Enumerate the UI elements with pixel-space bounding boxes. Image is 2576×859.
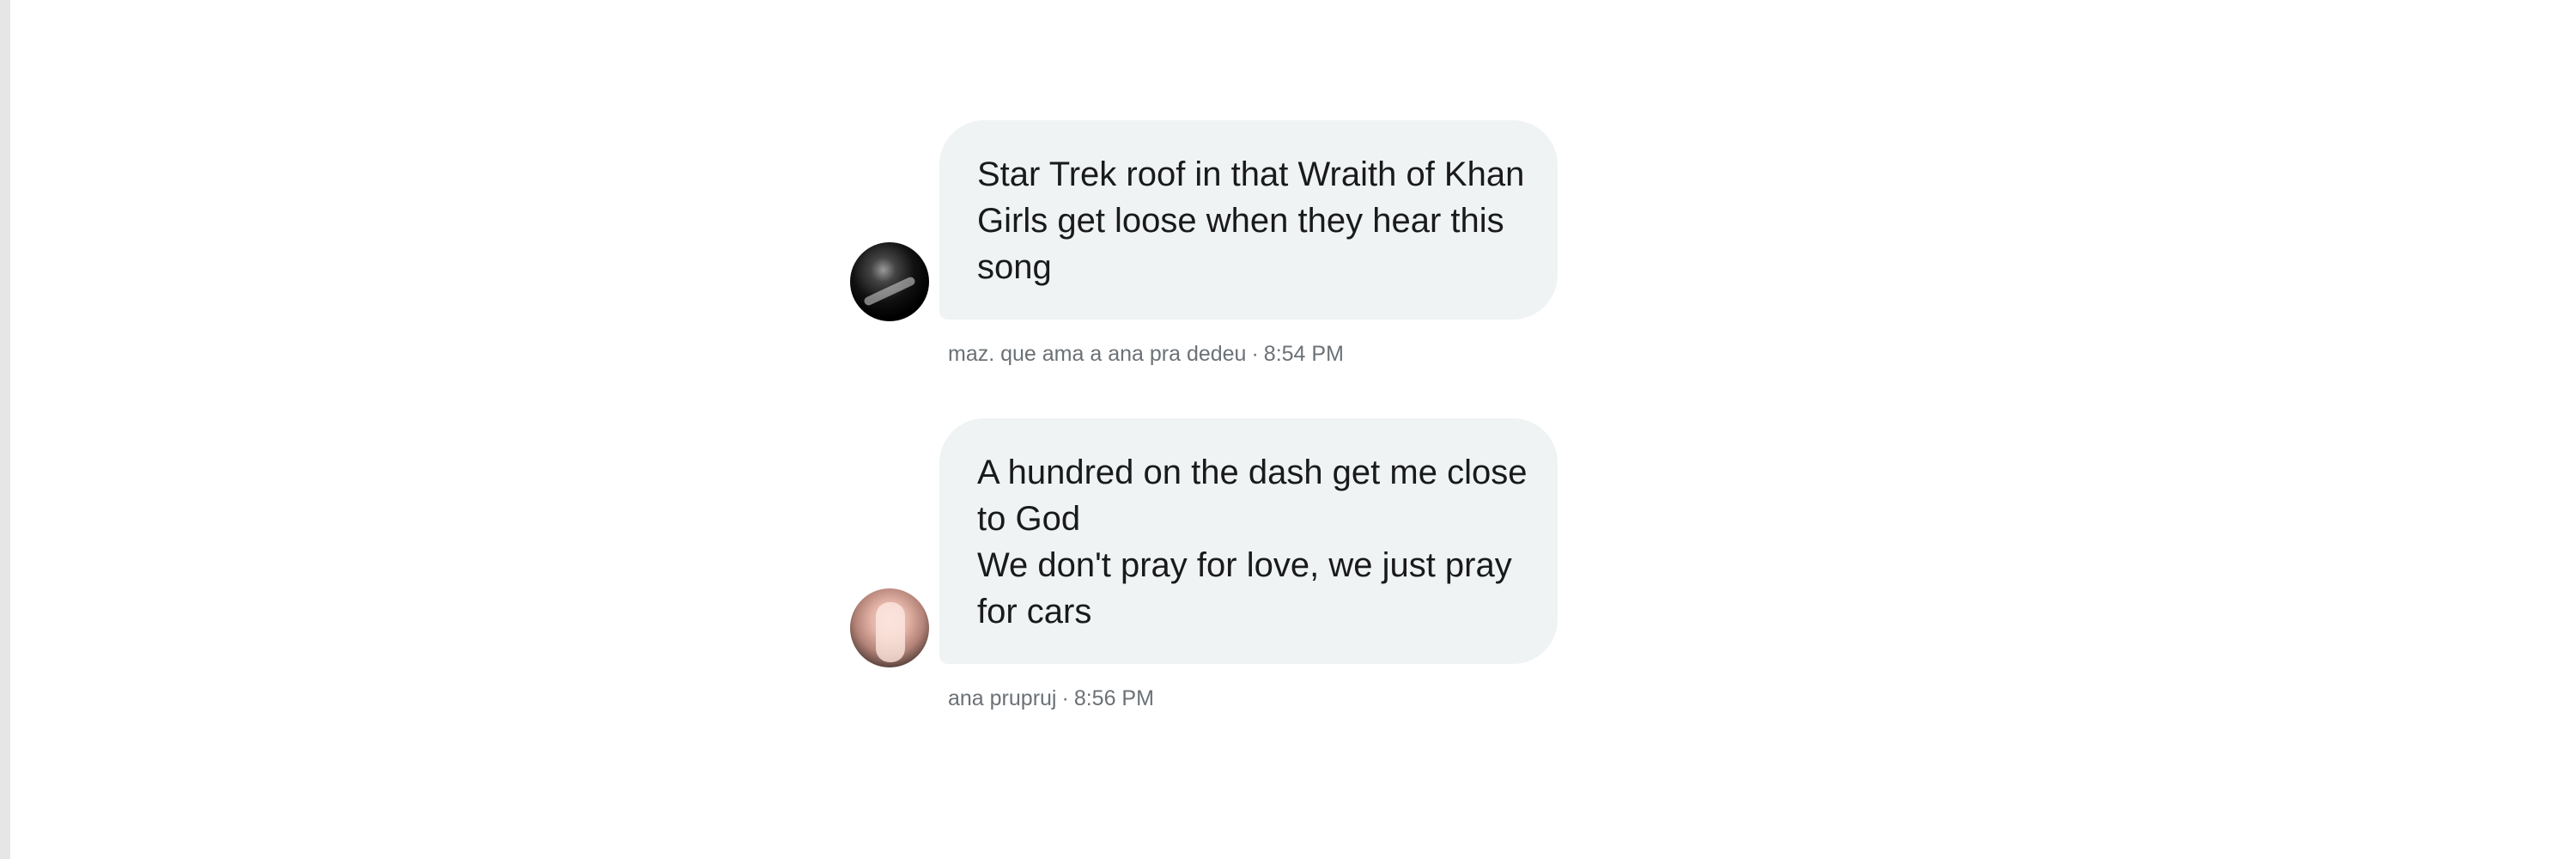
message-thread: Star Trek roof in that Wraith of Khan Gi… (850, 120, 1589, 711)
message-text-line: We don't pray for love, we just pray (977, 546, 1512, 584)
message-timestamp: 8:56 PM (1073, 686, 1154, 710)
message-meta: ana prupruj · 8:56 PM (948, 686, 1589, 711)
message-bubble[interactable]: Star Trek roof in that Wraith of Khan Gi… (939, 120, 1558, 320)
message-text-line: to God (977, 500, 1081, 538)
message-meta: maz. que ama a ana pra dedeu · 8:54 PM (948, 342, 1589, 367)
message-item: A hundred on the dash get me close to Go… (850, 418, 1589, 711)
window-edge (0, 0, 10, 859)
avatar[interactable] (850, 242, 929, 321)
message-text-line: song (977, 248, 1052, 286)
message-item: Star Trek roof in that Wraith of Khan Gi… (850, 120, 1589, 367)
avatar[interactable] (850, 588, 929, 667)
message-row: A hundred on the dash get me close to Go… (850, 418, 1589, 667)
message-text-line: Girls get loose when they hear this (977, 202, 1504, 240)
message-row: Star Trek roof in that Wraith of Khan Gi… (850, 120, 1589, 321)
message-text-line: for cars (977, 593, 1092, 631)
meta-separator: · (1251, 342, 1259, 366)
sender-name[interactable]: maz. que ama a ana pra dedeu (948, 342, 1246, 366)
message-text-line: A hundred on the dash get me close (977, 454, 1528, 491)
message-timestamp: 8:54 PM (1263, 342, 1344, 366)
meta-separator: · (1061, 686, 1069, 710)
message-bubble[interactable]: A hundred on the dash get me close to Go… (939, 418, 1558, 664)
sender-name[interactable]: ana prupruj (948, 686, 1056, 710)
message-text-line: Star Trek roof in that Wraith of Khan (977, 155, 1525, 193)
